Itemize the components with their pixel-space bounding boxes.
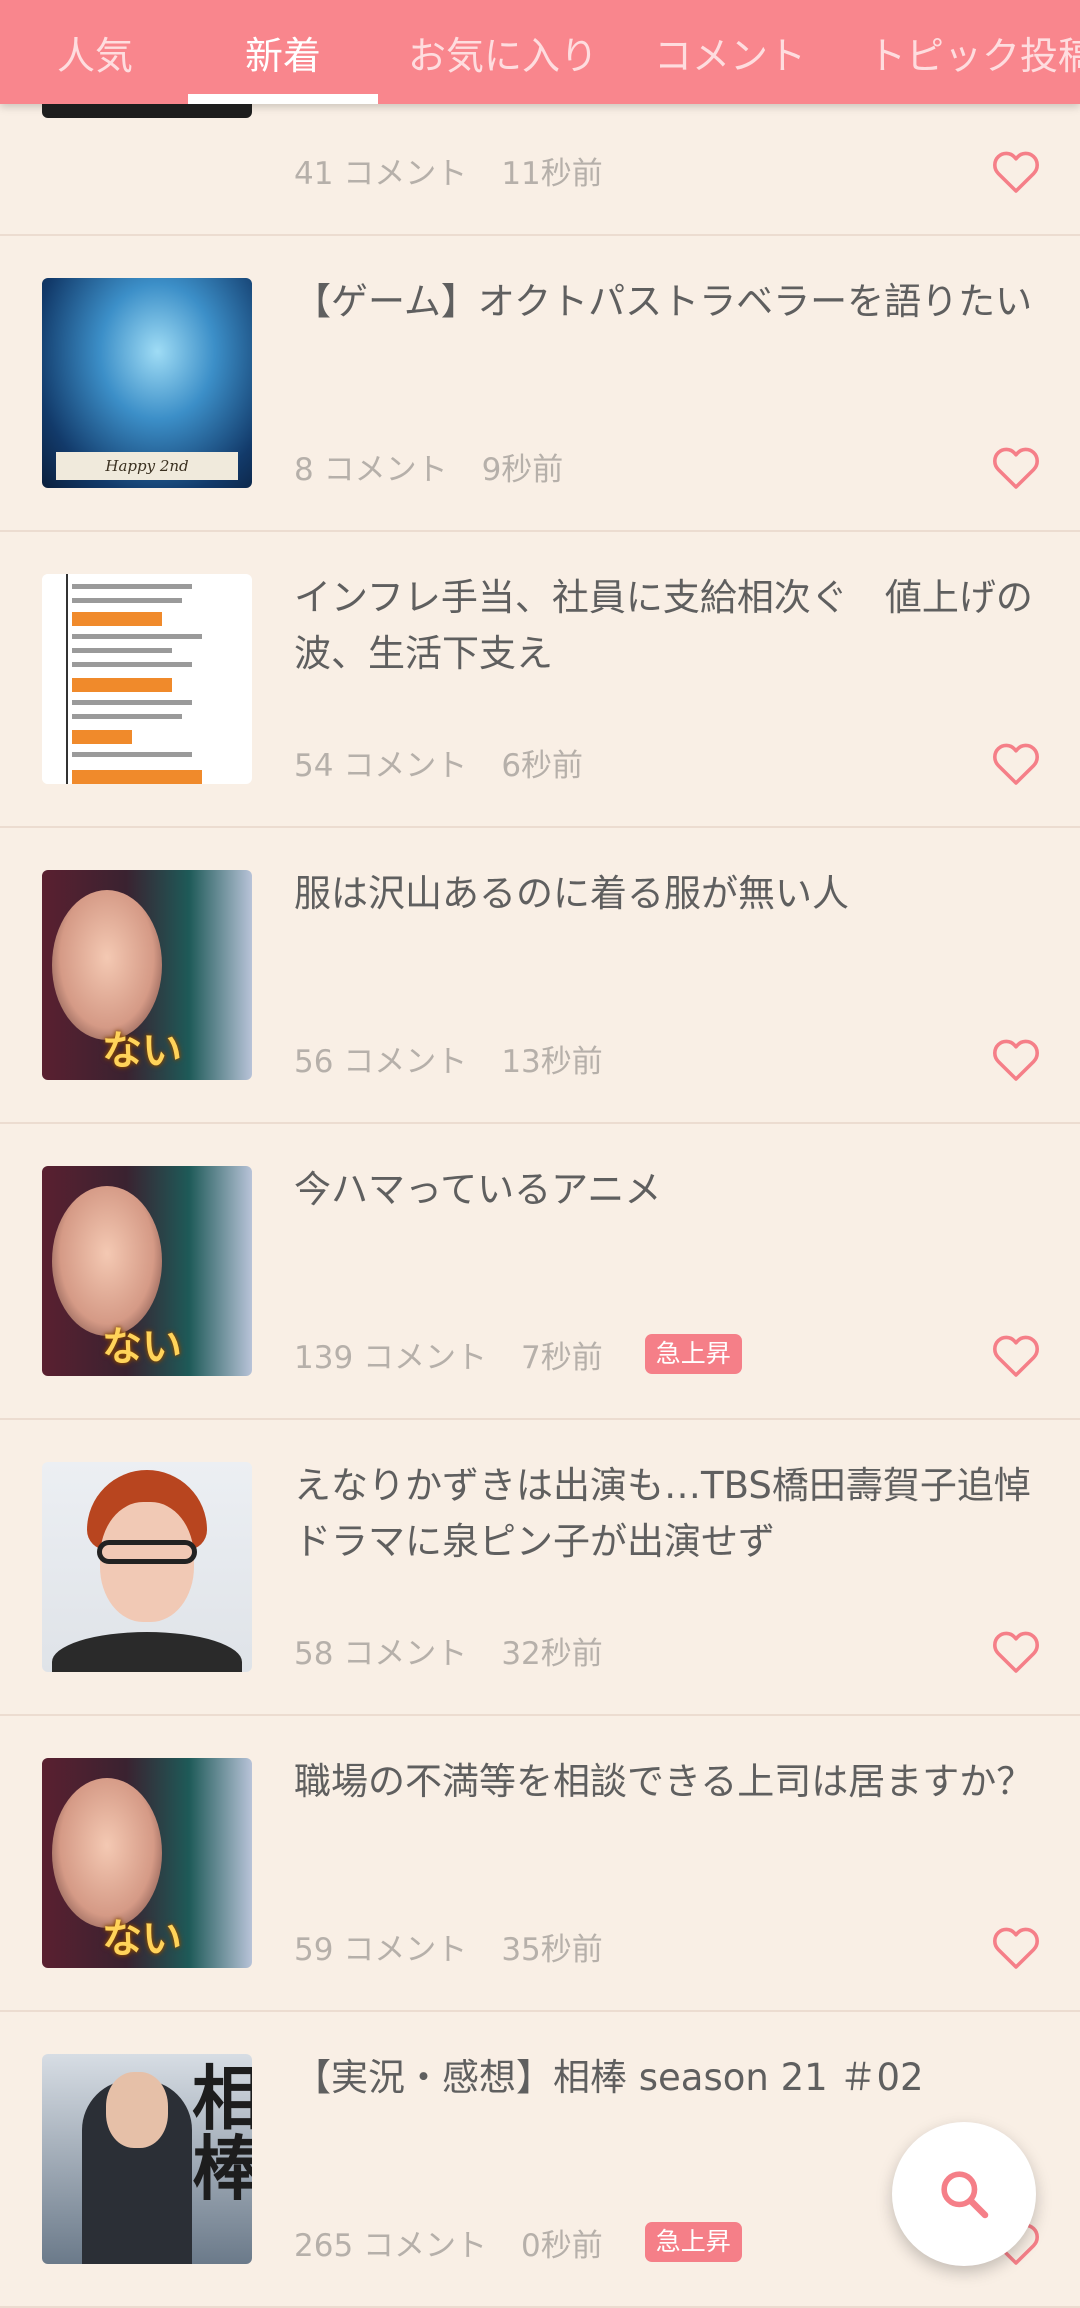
posted-time: 6秒前 [501,747,584,784]
thumbnail-caption: 相棒 [192,2057,252,2210]
topic-meta: 265 コメント 0秒前 急上昇 [294,2218,742,2266]
heart-outline-icon[interactable] [992,446,1040,490]
topic-title[interactable]: インフレ手当、社員に支給相次ぐ 値上げの波、生活下支え [294,570,1054,682]
thumbnail-sidebar [42,574,68,784]
topic-title[interactable]: 【実況・感想】相棒 season 21 ＃02 [294,2050,1054,2106]
topic-thumbnail[interactable]: ない [42,1166,252,1376]
topic-row[interactable]: えなりかずきは出演も…TBS橋田壽賀子追悼ドラマに泉ピン子が出演せず 58 コメ… [0,1420,1080,1716]
topic-meta: 58 コメント 32秒前 [294,1626,603,1674]
comment-count: 59 コメント [294,1931,468,1968]
thumbnail-decor [97,1540,197,1564]
thumbnail-decor [72,700,192,705]
topic-meta: 54 コメント 6秒前 [294,738,583,786]
trending-badge: 急上昇 [644,1334,742,1374]
tab-popular[interactable]: 人気 [30,0,160,104]
topic-meta: 56 コメント 13秒前 [294,1034,603,1082]
thumbnail-decor [52,1632,242,1672]
comment-count: 54 コメント [294,747,468,784]
trending-badge: 急上昇 [644,2222,742,2262]
comment-count: 265 コメント [294,2227,488,2264]
topic-row[interactable]: ない 服は沢山あるのに着る服が無い人 56 コメント 13秒前 [0,828,1080,1124]
thumbnail-decor [72,770,202,784]
topic-thumbnail[interactable]: Happy 2nd Anniversary!! [42,278,252,488]
active-tab-indicator [188,94,378,104]
heart-outline-icon[interactable] [992,742,1040,786]
thumbnail-caption: ない [102,1324,182,1370]
topic-meta: 8 コメント 9秒前 [294,442,563,490]
topic-thumbnail[interactable]: ない [42,870,252,1080]
search-button[interactable] [892,2122,1036,2266]
comment-count: 139 コメント [294,1339,488,1376]
topic-row[interactable]: ない 今ハマっているアニメ 139 コメント 7秒前 急上昇 [0,1124,1080,1420]
tab-new[interactable]: 新着 [188,0,378,104]
tab-comments[interactable]: コメント [640,0,820,104]
thumbnail-face [106,2072,168,2148]
thumbnail-decor [72,634,202,639]
topic-thumbnail[interactable] [42,1462,252,1672]
heart-outline-icon[interactable] [992,1926,1040,1970]
topic-thumbnail[interactable] [42,574,252,784]
thumbnail-caption: ない [102,1028,182,1074]
comment-count: 56 コメント [294,1043,468,1080]
posted-time: 7秒前 [521,1339,603,1376]
tab-bar: 人気 新着 お気に入り コメント トピック投稿 [0,0,1080,104]
comment-count: 41 コメント [294,155,468,192]
topic-meta: 59 コメント 35秒前 [294,1922,603,1970]
thumbnail-decor [72,598,182,603]
thumbnail-caption: ない [102,1916,182,1962]
topic-meta: 139 コメント 7秒前 急上昇 [294,1330,742,1378]
topic-title[interactable]: 今ハマっているアニメ [294,1162,1054,1218]
topic-row[interactable]: ない 職場の不満等を相談できる上司は居ますか？ 59 コメント 35秒前 [0,1716,1080,2012]
topic-title[interactable]: 【ゲーム】オクトパストラベラーを語りたい [294,274,1054,330]
heart-outline-icon[interactable] [992,1334,1040,1378]
comment-count: 8 コメント [294,451,448,488]
thumbnail-decor [72,714,182,719]
posted-time: 11秒前 [501,155,603,192]
thumbnail-decor [72,612,162,626]
tab-post-topic[interactable]: トピック投稿 [868,0,1080,104]
thumbnail-decor [72,678,172,692]
comment-count: 58 コメント [294,1635,468,1672]
topic-row[interactable]: Happy 2nd Anniversary!! 【ゲーム】オクトパストラベラーを… [0,236,1080,532]
thumbnail-decor [72,730,132,744]
thumbnail-decor [72,584,192,589]
topic-title[interactable]: えなりかずきは出演も…TBS橋田壽賀子追悼ドラマに泉ピン子が出演せず [294,1458,1054,1570]
topic-thumbnail[interactable]: ない [42,1758,252,1968]
thumbnail-decor [72,648,172,653]
thumbnail-decor [72,662,192,667]
thumbnail-decor [72,752,192,757]
thumbnail-caption: Happy 2nd Anniversary!! [56,452,238,488]
heart-outline-icon[interactable] [992,150,1040,194]
topic-title[interactable]: 服は沢山あるのに着る服が無い人 [294,866,1054,922]
tab-favorites[interactable]: お気に入り [398,0,608,104]
topic-meta: 41 コメント 11秒前 [294,146,603,194]
posted-time: 35秒前 [501,1931,603,1968]
topic-title[interactable]: 職場の不満等を相談できる上司は居ますか？ [294,1754,1054,1810]
search-icon [941,2171,989,2219]
posted-time: 9秒前 [481,451,564,488]
posted-time: 32秒前 [501,1635,603,1672]
topic-row[interactable]: インフレ手当、社員に支給相次ぐ 値上げの波、生活下支え 54 コメント 6秒前 [0,532,1080,828]
heart-outline-icon[interactable] [992,1630,1040,1674]
posted-time: 13秒前 [501,1043,603,1080]
heart-outline-icon[interactable] [992,1038,1040,1082]
posted-time: 0秒前 [521,2227,603,2264]
topic-thumbnail[interactable]: 相棒 [42,2054,252,2264]
